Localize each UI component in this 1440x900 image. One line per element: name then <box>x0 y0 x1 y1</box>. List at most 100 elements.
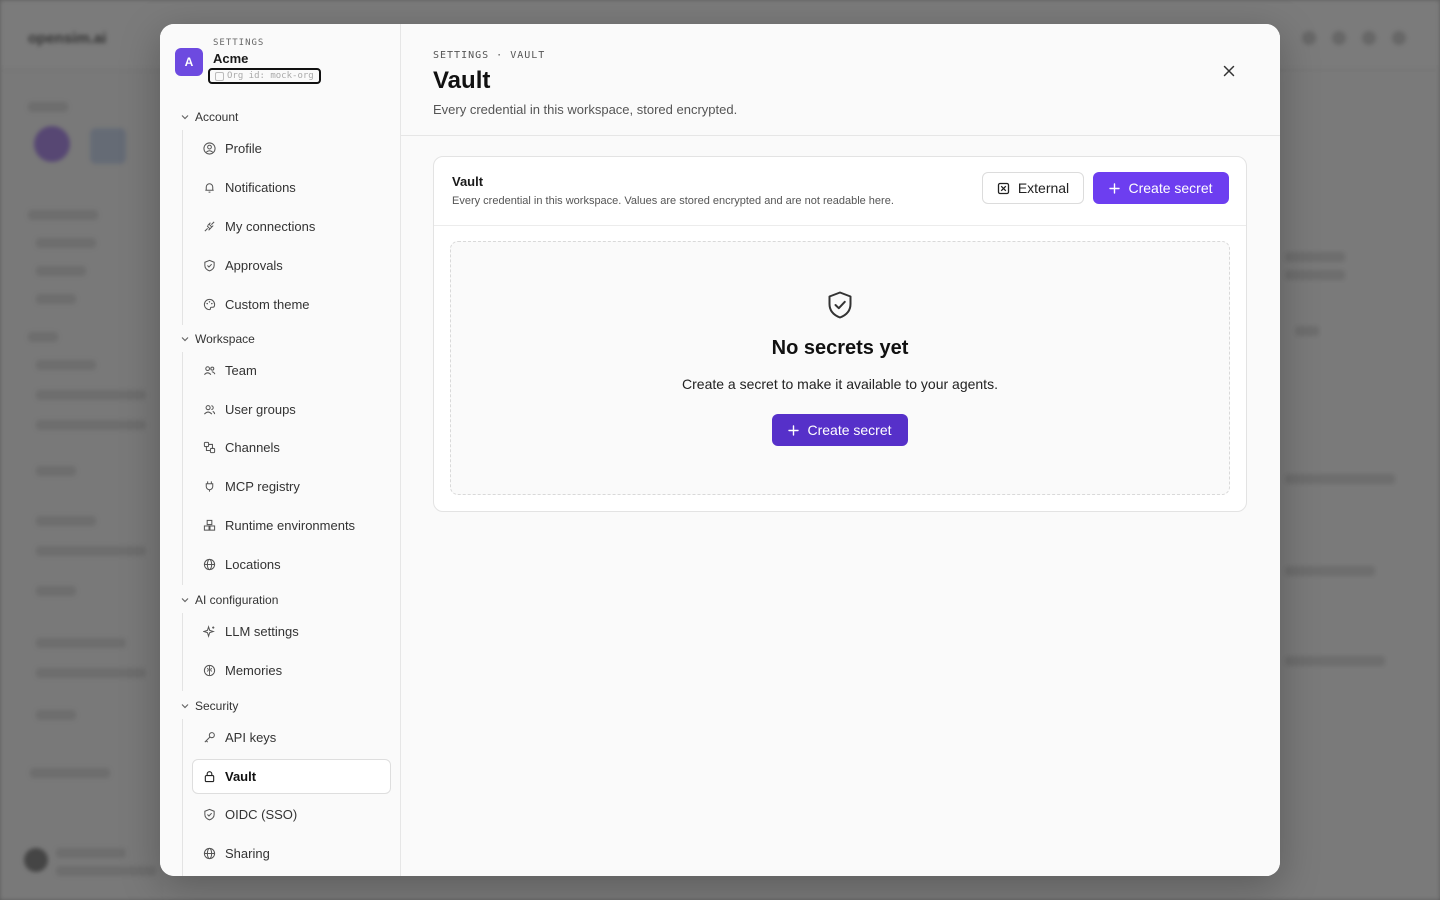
nav-group-workspace: Team User groups Channels MCP registry R… <box>182 352 392 585</box>
shield-check-icon <box>204 259 215 272</box>
settings-eyebrow: SETTINGS <box>213 38 265 48</box>
sidebar-item-api-keys[interactable]: API keys <box>193 720 392 755</box>
sidebar-item-label: Runtime environments <box>225 518 356 533</box>
page-subtitle: Every credential in this workspace, stor… <box>433 102 738 117</box>
page-title: Vault <box>433 67 491 94</box>
sidebar-item-channels[interactable]: Channels <box>193 430 392 465</box>
create-secret-label: Create secret <box>1128 180 1213 196</box>
brain-icon <box>203 664 216 677</box>
globe-icon <box>203 847 216 860</box>
org-name: Acme <box>213 51 249 66</box>
user-circle-icon <box>203 142 216 155</box>
close-button[interactable] <box>1217 60 1241 82</box>
card-title: Vault <box>452 174 484 189</box>
globe-icon <box>203 558 216 571</box>
nav-group-security: API keys Vault OIDC (SSO) Sharing <box>182 719 392 876</box>
breadcrumb: SETTINGS · VAULT <box>433 50 546 61</box>
sidebar-item-custom-theme[interactable]: Custom theme <box>193 287 392 322</box>
chevron-down-icon <box>181 704 189 709</box>
empty-create-secret-label: Create secret <box>807 422 892 438</box>
sidebar-item-label: LLM settings <box>225 624 299 639</box>
users-icon <box>204 366 216 376</box>
sidebar-item-label: User groups <box>225 402 296 417</box>
sidebar-item-runtime-environments[interactable]: Runtime environments <box>193 508 392 543</box>
user-group-icon <box>204 405 216 415</box>
sidebar-item-user-groups[interactable]: User groups <box>193 392 392 427</box>
settings-main: SETTINGS · VAULT Vault Every credential … <box>401 24 1280 876</box>
org-id-text: Org id: mock-org <box>227 71 314 81</box>
sidebar-item-label: Vault <box>225 769 257 784</box>
nav-group-account: Profile Notifications My connections App… <box>182 130 392 325</box>
section-label: Security <box>195 699 239 713</box>
sidebar-item-label: Sharing <box>225 846 270 861</box>
lock-icon <box>204 771 215 783</box>
sparkles-icon <box>203 625 215 638</box>
copy-icon <box>215 71 224 81</box>
create-secret-button[interactable]: Create secret <box>1093 172 1229 204</box>
vault-card: Vault Every credential in this workspace… <box>433 156 1247 512</box>
key-icon <box>204 732 215 743</box>
header-divider <box>401 135 1280 136</box>
plus-icon <box>1109 182 1121 194</box>
chevron-down-icon <box>181 598 189 603</box>
plus-icon <box>788 424 800 436</box>
sidebar-item-label: Team <box>225 363 257 378</box>
sidebar-item-oidc-sso[interactable]: OIDC (SSO) <box>193 797 392 832</box>
sidebar-item-label: My connections <box>225 219 316 234</box>
card-description: Every credential in this workspace. Valu… <box>452 195 894 207</box>
org-avatar: A <box>175 48 203 76</box>
chevron-down-icon <box>181 337 189 342</box>
sidebar-item-label: Channels <box>225 440 280 455</box>
sidebar-item-label: Notifications <box>225 180 296 195</box>
section-security[interactable]: Security <box>180 699 238 713</box>
card-divider <box>434 225 1246 226</box>
sidebar-item-sharing[interactable]: Sharing <box>193 836 392 871</box>
empty-state: No secrets yet Create a secret to make i… <box>450 241 1230 495</box>
nav-group-ai-configuration: LLM settings Memories <box>182 613 392 691</box>
sidebar-item-label: Profile <box>225 141 262 156</box>
empty-state-text: Create a secret to make it available to … <box>682 376 998 392</box>
section-workspace[interactable]: Workspace <box>180 332 255 346</box>
org-id-copy-button[interactable]: Org id: mock-org <box>208 68 321 84</box>
external-button[interactable]: External <box>982 172 1084 204</box>
sidebar-item-label: OIDC (SSO) <box>225 807 298 822</box>
external-button-label: External <box>1017 180 1070 196</box>
sidebar-item-profile[interactable]: Profile <box>193 131 392 166</box>
shield-check-icon <box>204 808 215 821</box>
channels-icon <box>203 441 216 454</box>
sidebar-item-label: Custom theme <box>225 297 310 312</box>
settings-modal: A SETTINGS Acme Org id: mock-org Account… <box>160 24 1280 876</box>
section-ai-configuration[interactable]: AI configuration <box>180 593 278 607</box>
org-header: A SETTINGS Acme Org id: mock-org <box>175 38 321 86</box>
sidebar-item-my-connections[interactable]: My connections <box>193 209 392 244</box>
sidebar-item-label: MCP registry <box>225 479 300 494</box>
settings-sidebar: A SETTINGS Acme Org id: mock-org Account… <box>160 24 401 876</box>
sidebar-item-label: Approvals <box>225 258 283 273</box>
section-label: AI configuration <box>195 593 279 607</box>
sidebar-item-label: API keys <box>225 730 277 745</box>
section-label: Account <box>195 110 239 124</box>
close-icon <box>1223 65 1235 77</box>
plug-icon <box>204 221 215 232</box>
section-account[interactable]: Account <box>180 110 238 124</box>
sidebar-item-label: Locations <box>225 557 281 572</box>
boxes-icon <box>203 519 216 531</box>
empty-create-secret-button[interactable]: Create secret <box>772 414 908 446</box>
sidebar-item-llm-settings[interactable]: LLM settings <box>193 614 392 649</box>
section-label: Workspace <box>195 332 255 346</box>
sidebar-item-team[interactable]: Team <box>193 353 392 388</box>
sidebar-item-vault[interactable]: Vault <box>192 759 391 794</box>
empty-state-title: No secrets yet <box>771 337 909 359</box>
sidebar-item-approvals[interactable]: Approvals <box>193 248 392 283</box>
sidebar-item-locations[interactable]: Locations <box>193 547 392 582</box>
bell-icon <box>205 183 214 193</box>
chevron-down-icon <box>181 115 189 120</box>
plug-icon <box>205 481 214 492</box>
external-box-icon <box>997 182 1009 194</box>
palette-icon <box>203 298 216 311</box>
shield-check-icon <box>828 291 852 319</box>
sidebar-item-memories[interactable]: Memories <box>193 653 392 688</box>
sidebar-item-mcp-registry[interactable]: MCP registry <box>193 469 392 504</box>
sidebar-item-label: Memories <box>225 663 283 678</box>
sidebar-item-notifications[interactable]: Notifications <box>193 170 392 205</box>
